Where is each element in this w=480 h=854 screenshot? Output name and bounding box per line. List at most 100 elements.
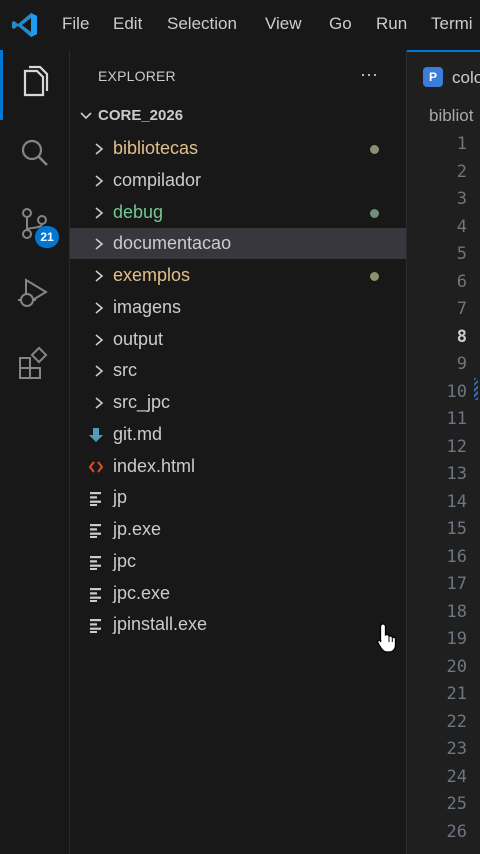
- folder-row[interactable]: imagens: [70, 292, 406, 323]
- folder-label: exemplos: [113, 265, 191, 285]
- file-label: index.html: [113, 455, 196, 476]
- menu-selection[interactable]: Selection: [167, 14, 237, 34]
- activity-search[interactable]: [0, 120, 69, 184]
- explorer-title: EXPLORER: [98, 68, 176, 84]
- activity-source-control[interactable]: [0, 190, 69, 254]
- editor-tab[interactable]: P colo: [407, 50, 480, 100]
- chevron-right-icon: [95, 397, 104, 409]
- folder-row[interactable]: documentacao: [70, 228, 406, 260]
- file-row[interactable]: jpc: [70, 546, 406, 577]
- text-file-icon: [90, 492, 101, 507]
- folder-row[interactable]: debug: [70, 197, 406, 228]
- folder-row[interactable]: src_jpc: [70, 387, 406, 418]
- editor-area: P colo bibliot 1 2 3 4 5 6 7 8 9 10 11 12 13 14 15 16 17…: [407, 50, 480, 854]
- activity-extensions[interactable]: [0, 330, 69, 394]
- hand-cursor-icon: [377, 623, 397, 653]
- menu-run[interactable]: Run: [376, 14, 407, 34]
- text-file-icon: [90, 524, 101, 538]
- activity-run-debug[interactable]: [0, 260, 69, 324]
- extensions-icon: [19, 346, 48, 379]
- folder-row[interactable]: output: [70, 324, 406, 355]
- file-row[interactable]: jp.exe: [70, 514, 406, 545]
- folder-label: debug: [113, 201, 164, 222]
- folder-row[interactable]: src: [70, 355, 406, 386]
- explorer-sidebar: EXPLORER ··· CORE_2026 bibliotecas compil…: [70, 50, 407, 854]
- breadcrumb[interactable]: bibliot: [429, 106, 473, 126]
- folder-row[interactable]: compilador: [70, 165, 406, 196]
- search-icon: [21, 139, 48, 166]
- activity-explorer[interactable]: [0, 50, 69, 120]
- line-number: 9: [456, 354, 467, 374]
- line-number: 17: [446, 574, 467, 594]
- folder-label: compilador: [113, 169, 202, 190]
- activity-bar: 21: [0, 50, 70, 854]
- line-number: 23: [446, 739, 467, 759]
- folder-label: src_jpc: [113, 392, 171, 412]
- folder-label: imagens: [113, 296, 182, 317]
- line-number: 5: [456, 244, 467, 264]
- file-row[interactable]: jp: [70, 482, 406, 513]
- git-status-dot: [370, 208, 379, 218]
- title-bar: File Edit Selection View Go Run Termi: [0, 0, 480, 50]
- git-status-dot: [370, 145, 379, 154]
- more-actions-icon[interactable]: ···: [360, 64, 378, 85]
- folder-label: src: [113, 360, 137, 381]
- file-label: jpc.exe: [113, 582, 171, 603]
- text-file-icon: [90, 587, 101, 602]
- chevron-right-icon: [95, 365, 104, 377]
- file-label: jpinstall.exe: [113, 614, 208, 635]
- line-number: 7: [456, 299, 467, 319]
- line-number: 20: [446, 656, 467, 677]
- chevron-right-icon: [95, 270, 104, 282]
- line-number: 8: [456, 326, 467, 347]
- file-type-icon: P: [423, 67, 443, 87]
- vscode-logo-icon: [12, 13, 37, 37]
- git-status-dot: [370, 272, 379, 281]
- line-number: 3: [456, 189, 467, 209]
- tab-label: colo: [452, 68, 480, 87]
- folder-label: output: [113, 328, 164, 349]
- line-number: 14: [446, 491, 467, 512]
- menu-terminal[interactable]: Termi: [431, 14, 473, 34]
- chevron-right-icon: [95, 302, 104, 314]
- markdown-file-icon: [89, 427, 103, 442]
- folder-label: bibliotecas: [113, 138, 199, 158]
- menu-view[interactable]: View: [265, 14, 302, 34]
- chevron-right-icon: [95, 333, 104, 346]
- line-number: 13: [446, 464, 467, 484]
- workspace-root[interactable]: CORE_2026: [70, 104, 406, 130]
- line-number: 10: [446, 381, 467, 402]
- file-label: jpc: [113, 550, 137, 571]
- text-file-icon: [90, 619, 101, 634]
- line-number: 16: [446, 546, 467, 567]
- file-row[interactable]: jpc.exe: [70, 578, 406, 609]
- line-number: 24: [446, 766, 467, 787]
- file-label: jp: [113, 487, 128, 508]
- folder-label: documentacao: [113, 233, 232, 254]
- file-label: git.md: [113, 423, 163, 444]
- file-label: jp.exe: [113, 519, 162, 539]
- line-number: 26: [446, 821, 467, 842]
- chevron-right-icon: [95, 143, 104, 155]
- workspace-root-label: CORE_2026: [98, 107, 184, 124]
- file-row[interactable]: jpinstall.exe: [70, 609, 406, 640]
- line-number: 1: [456, 134, 467, 154]
- folder-row[interactable]: exemplos: [70, 260, 406, 291]
- line-number: 25: [446, 794, 467, 814]
- text-file-icon: [90, 555, 101, 570]
- line-number: 21: [446, 684, 467, 704]
- line-number: 22: [446, 711, 467, 732]
- menu-edit[interactable]: Edit: [113, 14, 142, 34]
- menu-file[interactable]: File: [62, 14, 89, 34]
- line-number: 12: [446, 436, 467, 457]
- explorer-icon: [23, 65, 49, 97]
- chevron-right-icon: [95, 238, 104, 250]
- folder-row[interactable]: bibliotecas: [70, 133, 406, 164]
- line-number: 4: [456, 216, 467, 237]
- file-row[interactable]: git.md: [70, 419, 406, 450]
- menu-go[interactable]: Go: [329, 14, 352, 34]
- file-row[interactable]: index.html: [70, 451, 406, 482]
- modified-line-marker: [474, 378, 478, 400]
- source-control-badge: 21: [35, 226, 59, 248]
- run-debug-icon: [18, 278, 48, 307]
